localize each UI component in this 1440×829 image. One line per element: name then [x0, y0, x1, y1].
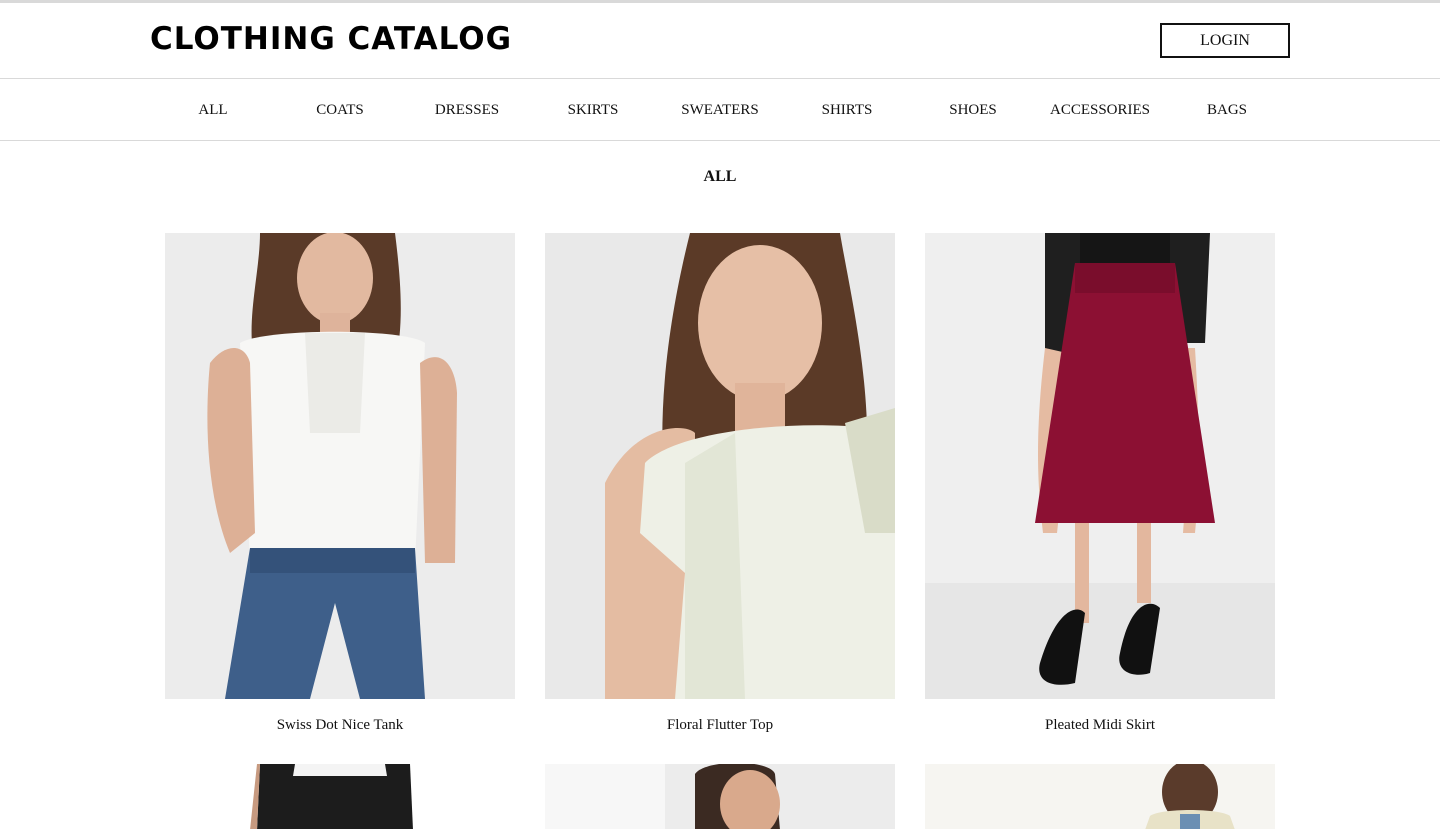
- product-image-art: [925, 764, 1275, 829]
- product-card[interactable]: Pleated Midi Skirt: [925, 233, 1275, 733]
- nav-item-sweaters[interactable]: SWEATERS: [650, 80, 790, 140]
- nav-item-coats[interactable]: COATS: [270, 80, 410, 140]
- product-name[interactable]: Swiss Dot Nice Tank: [165, 717, 515, 734]
- nav-item-dresses[interactable]: DRESSES: [397, 80, 537, 140]
- nav-item-all[interactable]: ALL: [143, 80, 283, 140]
- product-card[interactable]: [545, 764, 895, 829]
- nav-item-shirts[interactable]: SHIRTS: [777, 80, 917, 140]
- login-button[interactable]: LOGIN: [1160, 23, 1290, 58]
- nav-item-shoes[interactable]: SHOES: [903, 80, 1043, 140]
- product-image[interactable]: [545, 764, 895, 829]
- product-card[interactable]: Swiss Dot Nice Tank: [165, 233, 515, 733]
- product-card[interactable]: [165, 764, 515, 829]
- product-image-art: [165, 233, 515, 699]
- product-image[interactable]: [925, 233, 1275, 699]
- category-nav: ALL COATS DRESSES SKIRTS SWEATERS SHIRTS…: [0, 80, 1440, 141]
- product-image[interactable]: [165, 764, 515, 829]
- section-title: ALL: [703, 168, 737, 185]
- product-image[interactable]: [165, 233, 515, 699]
- product-card[interactable]: [925, 764, 1275, 829]
- nav-item-accessories[interactable]: ACCESSORIES: [1030, 80, 1170, 140]
- product-image[interactable]: [545, 233, 895, 699]
- product-name[interactable]: Pleated Midi Skirt: [925, 717, 1275, 734]
- product-image[interactable]: [925, 764, 1275, 829]
- site-header: CLOTHING CATALOG LOGIN: [0, 3, 1440, 79]
- product-image-art: [925, 233, 1275, 699]
- product-image-art: [545, 233, 895, 699]
- product-card[interactable]: Floral Flutter Top: [545, 233, 895, 733]
- product-image-art: [165, 764, 515, 829]
- product-name[interactable]: Floral Flutter Top: [545, 717, 895, 734]
- site-logo[interactable]: CLOTHING CATALOG: [150, 19, 512, 59]
- product-image-art: [545, 764, 895, 829]
- nav-item-skirts[interactable]: SKIRTS: [523, 80, 663, 140]
- nav-item-bags[interactable]: BAGS: [1157, 80, 1297, 140]
